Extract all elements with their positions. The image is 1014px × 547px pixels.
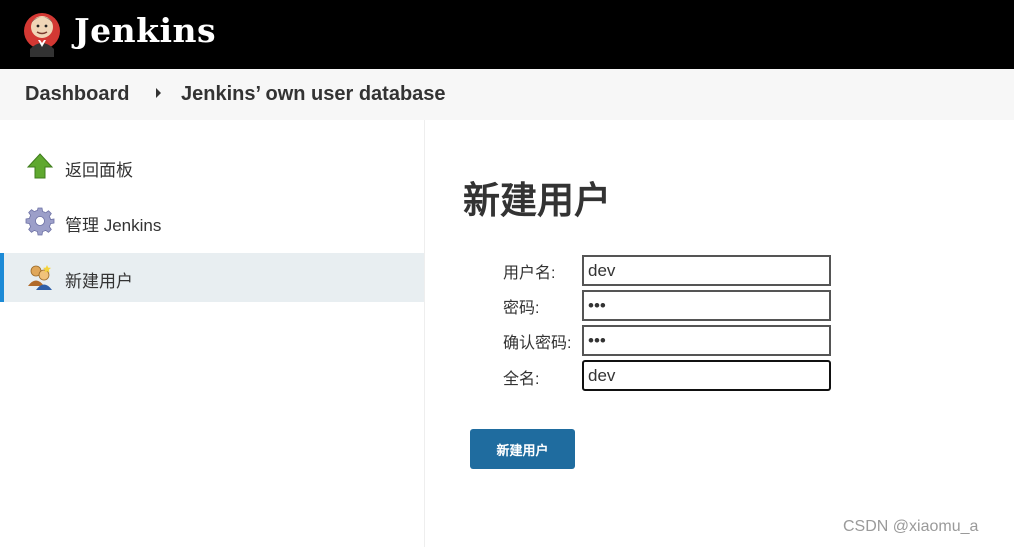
password-label: 密码: (503, 300, 540, 317)
gear-icon (25, 207, 55, 236)
password-input[interactable] (582, 290, 831, 321)
top-header: Jenkins (0, 0, 1014, 69)
fullname-input[interactable] (582, 360, 831, 391)
jenkins-logo-icon[interactable] (22, 9, 62, 59)
sidebar-item-label: 管理 Jenkins (65, 216, 162, 235)
brand-title[interactable]: Jenkins (74, 11, 216, 50)
page-title: 新建用户 (463, 179, 611, 222)
confirm-password-input[interactable] (582, 325, 831, 356)
sidebar-item-label: 返回面板 (65, 161, 133, 180)
breadcrumb-user-database[interactable]: Jenkins’ own user database (181, 83, 446, 106)
watermark-text: CSDN @xiaomu_a (843, 518, 979, 535)
sidebar-item-back-to-dashboard[interactable]: 返回面板 (0, 142, 424, 191)
fullname-label: 全名: (503, 371, 540, 388)
breadcrumb-separator-icon (156, 88, 161, 98)
sidebar: 返回面板 管理 Jenkins 新建用户 (0, 120, 425, 547)
username-input[interactable] (582, 255, 831, 286)
sidebar-item-label: 新建用户 (65, 272, 133, 291)
breadcrumb: Dashboard Jenkins’ own user database (0, 69, 1014, 120)
sidebar-item-manage-jenkins[interactable]: 管理 Jenkins (0, 197, 424, 246)
create-user-button[interactable]: 新建用户 (470, 429, 575, 469)
username-label: 用户名: (503, 265, 556, 282)
up-arrow-icon (26, 153, 54, 179)
breadcrumb-dashboard[interactable]: Dashboard (25, 83, 129, 106)
sidebar-item-create-user[interactable]: 新建用户 (0, 253, 424, 302)
confirm-password-label: 确认密码: (503, 335, 572, 352)
users-icon (28, 265, 52, 290)
